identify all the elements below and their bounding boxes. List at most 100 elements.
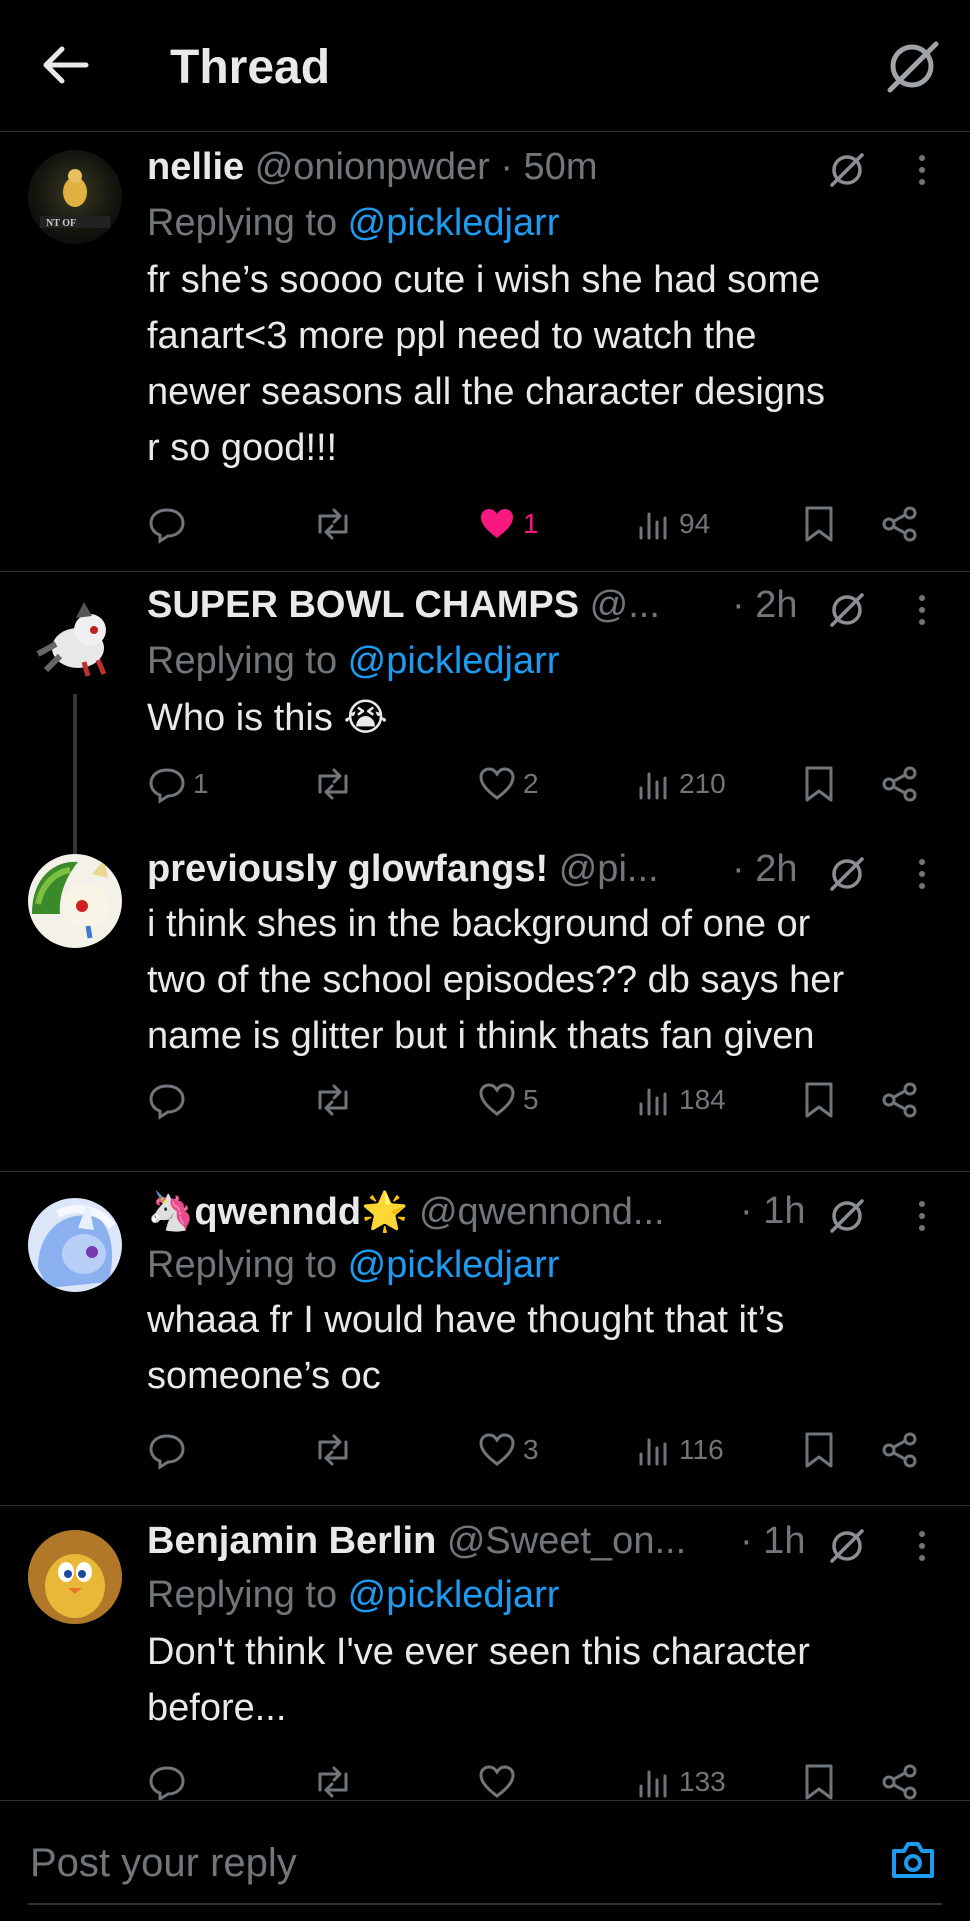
action-bar: 133 bbox=[147, 1762, 950, 1800]
like-button[interactable]: 2 bbox=[477, 764, 539, 804]
more-icon[interactable] bbox=[917, 590, 927, 630]
reply-composer: Post your reply bbox=[0, 1800, 970, 1921]
grok-icon[interactable] bbox=[827, 854, 867, 894]
replying-to: Replying to @pickledjarr bbox=[147, 1574, 560, 1616]
bookmark-button[interactable] bbox=[802, 1080, 836, 1120]
reply-icon bbox=[149, 1766, 185, 1800]
views-button[interactable]: 116 bbox=[637, 1430, 724, 1470]
share-icon bbox=[882, 1432, 917, 1468]
avatar[interactable] bbox=[28, 854, 122, 948]
avatar[interactable] bbox=[28, 1530, 122, 1624]
user-handle[interactable]: @onionpwder bbox=[255, 146, 490, 188]
views-button[interactable]: 133 bbox=[637, 1762, 726, 1800]
views-button[interactable]: 210 bbox=[637, 764, 726, 804]
reply-feed: NT OF nellie @onionpwder · 50m Replying … bbox=[0, 132, 970, 1800]
grok-icon[interactable] bbox=[827, 150, 867, 190]
svg-text:NT OF: NT OF bbox=[46, 218, 76, 229]
reply-button[interactable] bbox=[147, 1080, 193, 1120]
reply-button[interactable] bbox=[147, 1430, 193, 1470]
bookmark-button[interactable] bbox=[802, 504, 836, 544]
more-icon[interactable] bbox=[917, 854, 927, 894]
display-name[interactable]: SUPER BOWL CHAMPS bbox=[147, 584, 579, 626]
mention-link[interactable]: @pickledjarr bbox=[348, 640, 560, 682]
reply-button[interactable] bbox=[147, 504, 193, 544]
views-button[interactable]: 184 bbox=[637, 1080, 726, 1120]
display-name[interactable]: previously glowfangs! bbox=[147, 848, 548, 890]
avatar-image: NT OF bbox=[40, 169, 110, 229]
reply-post[interactable]: Benjamin Berlin @Sweet_on... · 1h Replyi… bbox=[0, 1506, 970, 1800]
grok-icon[interactable] bbox=[827, 590, 867, 630]
replying-to: Replying to @pickledjarr bbox=[147, 1244, 560, 1286]
more-icon[interactable] bbox=[917, 1526, 927, 1566]
repost-icon bbox=[318, 1434, 348, 1466]
display-name[interactable]: 🦄qwenndd🌟 bbox=[147, 1191, 408, 1233]
bookmark-icon bbox=[805, 506, 833, 542]
like-icon bbox=[481, 509, 513, 538]
user-handle[interactable]: @... bbox=[590, 584, 660, 626]
repost-button[interactable] bbox=[312, 1430, 360, 1470]
avatar-image bbox=[32, 860, 110, 939]
reply-icon bbox=[149, 508, 185, 544]
reply-input[interactable]: Post your reply bbox=[30, 1841, 297, 1886]
avatar[interactable]: NT OF bbox=[28, 150, 122, 244]
share-button[interactable] bbox=[880, 1430, 920, 1470]
avatar[interactable] bbox=[28, 1198, 122, 1292]
repost-button[interactable] bbox=[312, 1762, 360, 1800]
timestamp: · 2h bbox=[732, 848, 798, 890]
bookmark-button[interactable] bbox=[802, 1762, 836, 1800]
share-button[interactable] bbox=[880, 504, 920, 544]
like-icon bbox=[479, 1765, 515, 1798]
like-button[interactable]: 5 bbox=[477, 1080, 539, 1120]
like-button[interactable]: 1 bbox=[477, 504, 539, 544]
bookmark-button[interactable] bbox=[802, 764, 836, 804]
reply-post[interactable]: SUPER BOWL CHAMPS @... · 2h Replying to … bbox=[0, 572, 970, 848]
camera-icon[interactable] bbox=[888, 1835, 938, 1885]
share-button[interactable] bbox=[880, 1080, 920, 1120]
grok-icon[interactable] bbox=[827, 1526, 867, 1566]
like-icon bbox=[479, 1083, 515, 1116]
reply-button[interactable]: 1 bbox=[147, 764, 209, 804]
avatar-image bbox=[28, 1530, 122, 1624]
avatar[interactable] bbox=[28, 596, 122, 690]
reply-icon bbox=[149, 768, 185, 804]
action-bar: 1 2 210 bbox=[147, 764, 950, 814]
display-name[interactable]: nellie bbox=[147, 146, 244, 188]
reply-post[interactable]: 🦄qwenndd🌟 @qwennond... · 1h Replying to … bbox=[0, 1172, 970, 1506]
user-handle[interactable]: @pi... bbox=[559, 848, 659, 890]
share-button[interactable] bbox=[880, 764, 920, 804]
reply-post[interactable]: NT OF nellie @onionpwder · 50m Replying … bbox=[0, 132, 970, 572]
more-icon[interactable] bbox=[917, 150, 927, 190]
like-button[interactable]: 3 bbox=[477, 1430, 539, 1470]
mention-link[interactable]: @pickledjarr bbox=[348, 1244, 560, 1286]
user-handle[interactable]: @qwennond... bbox=[419, 1191, 665, 1233]
repost-button[interactable] bbox=[312, 1080, 360, 1120]
mention-link[interactable]: @pickledjarr bbox=[348, 1574, 560, 1616]
reply-text: Who is this 😭 bbox=[147, 697, 388, 739]
repost-icon bbox=[318, 508, 348, 540]
back-arrow-icon[interactable] bbox=[40, 44, 90, 86]
grok-icon[interactable] bbox=[884, 38, 940, 94]
replying-to: Replying to @pickledjarr bbox=[147, 640, 560, 682]
reply-button[interactable] bbox=[147, 1762, 193, 1800]
more-icon[interactable] bbox=[917, 1196, 927, 1236]
like-button[interactable] bbox=[477, 1762, 523, 1800]
grok-icon[interactable] bbox=[827, 1196, 867, 1236]
repost-button[interactable] bbox=[312, 764, 360, 804]
share-icon bbox=[882, 1764, 917, 1800]
reply-icon bbox=[149, 1434, 185, 1470]
reply-post[interactable]: previously glowfangs! @pi... · 2h i thin… bbox=[0, 848, 970, 1172]
timestamp: · 50m bbox=[500, 146, 598, 188]
bookmark-button[interactable] bbox=[802, 1430, 836, 1470]
share-icon bbox=[882, 506, 917, 542]
views-icon bbox=[639, 1770, 667, 1798]
timestamp: · 2h bbox=[732, 584, 798, 626]
views-button[interactable]: 94 bbox=[637, 504, 710, 544]
views-icon bbox=[639, 1438, 667, 1466]
repost-button[interactable] bbox=[312, 504, 360, 544]
share-button[interactable] bbox=[880, 1762, 920, 1800]
bookmark-icon bbox=[805, 1764, 833, 1800]
mention-link[interactable]: @pickledjarr bbox=[348, 202, 560, 244]
user-handle[interactable]: @Sweet_on... bbox=[447, 1520, 686, 1562]
display-name[interactable]: Benjamin Berlin bbox=[147, 1520, 436, 1562]
reply-text: fr she’s soooo cute i wish she had some … bbox=[147, 259, 826, 469]
